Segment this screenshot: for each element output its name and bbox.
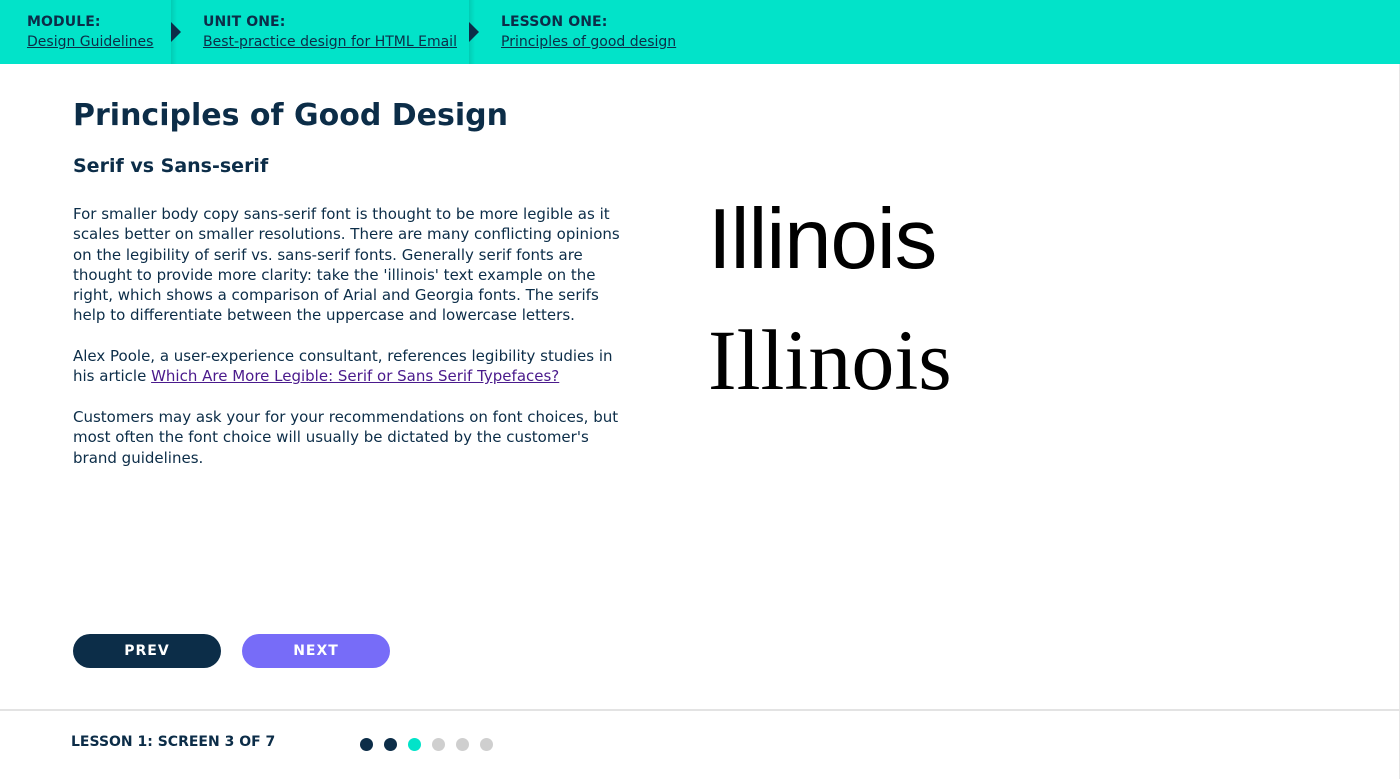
progress-dots <box>360 738 504 752</box>
progress-dot[interactable] <box>408 738 421 751</box>
prev-button[interactable]: PREV <box>73 634 221 668</box>
chevron-right-icon <box>171 22 181 42</box>
progress-label: LESSON 1: SCREEN 3 OF 7 <box>71 734 276 750</box>
breadcrumb-lesson-kicker: LESSON ONE: <box>501 14 608 30</box>
breadcrumb: MODULE: Design Guidelines UNIT ONE: Best… <box>0 0 1400 64</box>
breadcrumb-unit-link[interactable]: Best-practice design for HTML Email <box>203 33 457 51</box>
breadcrumb-module-link[interactable]: Design Guidelines <box>27 33 153 51</box>
section-subtitle: Serif vs Sans-serif <box>73 155 269 177</box>
article-link[interactable]: Which Are More Legible: Serif or Sans Se… <box>151 367 559 385</box>
breadcrumb-module-kicker: MODULE: <box>27 14 101 30</box>
next-button[interactable]: NEXT <box>242 634 390 668</box>
chevron-right-icon <box>469 22 479 42</box>
progress-dot[interactable] <box>456 738 469 751</box>
body-paragraph: For smaller body copy sans-serif font is… <box>73 205 620 325</box>
breadcrumb-unit: UNIT ONE: Best-practice design for HTML … <box>203 0 457 64</box>
breadcrumb-lesson-link[interactable]: Principles of good design <box>501 33 676 51</box>
breadcrumb-separator <box>171 0 181 64</box>
footer-divider <box>0 709 1400 711</box>
breadcrumb-unit-kicker: UNIT ONE: <box>203 14 286 30</box>
serif-sample: Illinois <box>708 312 952 408</box>
sans-serif-sample: Illinois <box>708 192 937 287</box>
breadcrumb-module: MODULE: Design Guidelines <box>27 0 153 64</box>
progress-dot[interactable] <box>432 738 445 751</box>
breadcrumb-lesson: LESSON ONE: Principles of good design <box>501 0 676 64</box>
breadcrumb-separator <box>469 0 479 64</box>
progress-dot[interactable] <box>384 738 397 751</box>
progress-dot[interactable] <box>360 738 373 751</box>
progress-dot[interactable] <box>480 738 493 751</box>
page-title: Principles of Good Design <box>73 98 508 133</box>
body-paragraph: Alex Poole, a user-experience consultant… <box>73 346 633 387</box>
body-paragraph: Customers may ask your for your recommen… <box>73 408 619 467</box>
